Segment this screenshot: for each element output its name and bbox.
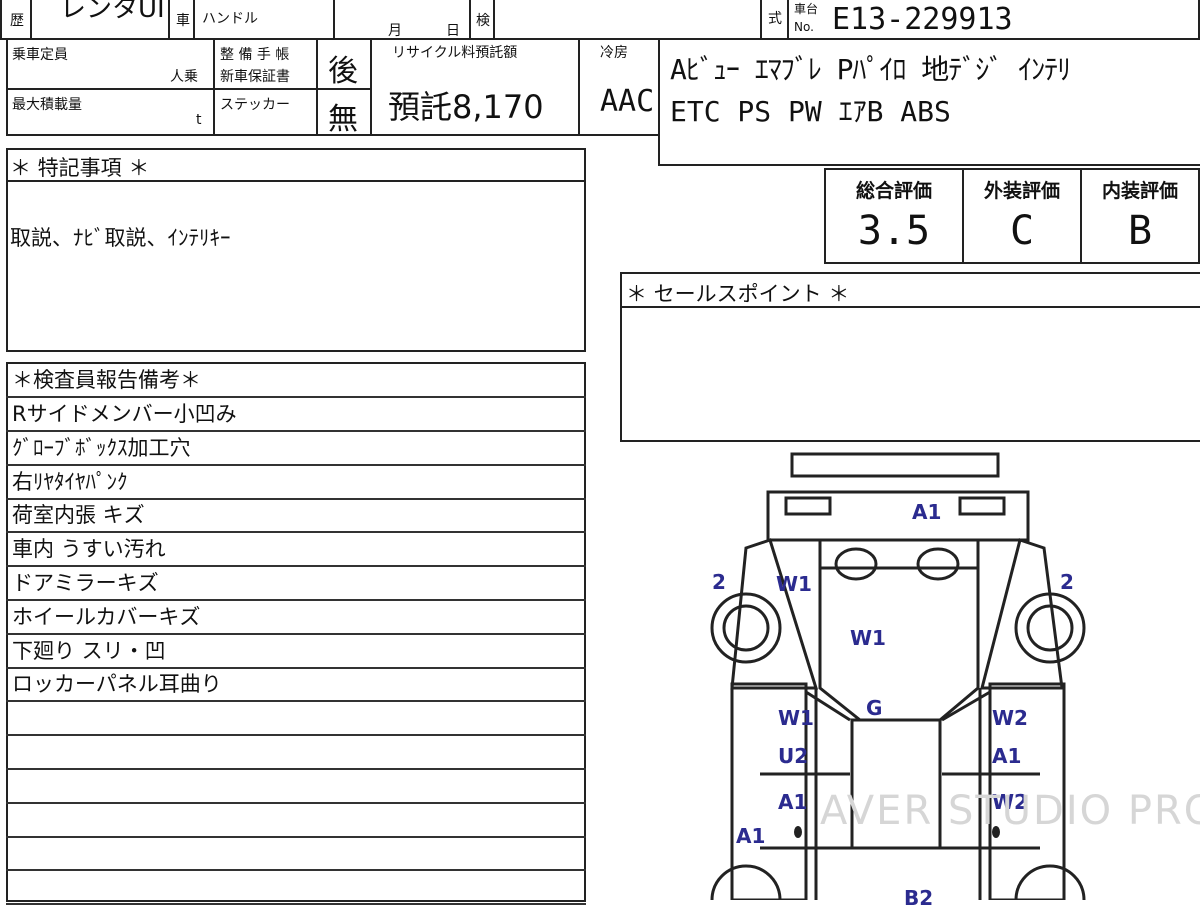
diagram-label-right-door-w2: W2 [992,706,1028,730]
diagram-label-roof-g: G [866,696,883,720]
diagram-label-left-rocker-a1: A1 [736,824,766,848]
watermark-text: AVER STUDIO PRO [820,788,1200,834]
overall-grade-value: 3.5 [857,208,931,254]
sales-point-title: ＊ セールスポイント ＊ [626,282,850,306]
recycle-label: リサイクル料預託額 [392,45,518,61]
interior-grade-value: B [1127,208,1153,254]
diagram-label-front-a1: A1 [912,500,942,524]
recycle-value: 預託8,170 [388,88,544,126]
header-divider-1 [30,0,32,40]
chassis-number: E13-229913 [832,2,1013,37]
special-notes-title: ＊ 特記事項 ＊ [10,156,150,180]
header-divider-4 [333,0,335,40]
chassis-label-2: No. [794,20,814,34]
aircon-label: 冷房 [600,45,628,61]
capacity-label: 乗車定員 [12,47,68,63]
diagram-headlight-left [784,496,832,516]
equipment-line-1: Aﾋﾞｭｰ ｴﾏﾌﾞﾚ Pﾊﾟｲﾛ 地ﾃﾞｼﾞ ｲﾝﾃﾘ [670,53,1071,86]
diagram-label-front-right-wheel: 2 [1060,570,1074,594]
diagram-mark-dot-1 [794,826,802,838]
warranty-label: 新車保証書 [220,69,290,85]
inspector-report-row [6,702,586,737]
diagram-rear-right-wheel [1014,864,1086,900]
interior-grade-label: 内装評価 [1101,180,1178,202]
inspector-report-row: ｸﾞﾛｰﾌﾞﾎﾞｯｸｽ加工穴 [6,432,586,466]
diagram-right-fender [980,538,1064,690]
inspector-report-row [6,804,586,838]
special-notes-body: 取説、ﾅﾋﾞ取説、ｲﾝﾃﾘｷｰ [10,226,231,250]
inspector-report-row [6,871,586,906]
type-label: 式 [768,11,782,27]
diagram-rear-left-wheel [710,864,782,900]
sticker-value: 無 [328,102,358,137]
info-divider-e [370,40,372,136]
inspector-report-row [6,736,586,770]
diagram-label-left-fender-w1: W1 [776,572,812,596]
diagram-label-windshield-w1: W1 [850,626,886,650]
inspector-report-row [6,837,586,872]
header-divider-3 [193,0,195,40]
diagram-front-right-hub [1026,604,1074,652]
car-label: 車 [176,13,190,29]
diagram-hood-outline [766,490,1030,570]
inspector-report-row: 車内 うすい汚れ [6,533,586,568]
inspector-report-title: ＊検査員報告備考＊ [6,364,586,398]
inspector-report-row: ホイールカバーキズ [6,601,586,635]
header-divider-8 [787,0,789,40]
maintenance-value: 後 [328,54,358,89]
diagram-left-fender [730,538,819,690]
aircon-value: AAC [600,84,655,119]
max-load-unit: t [196,112,202,128]
history-label: 歴 [10,13,24,29]
diagram-label-rear-b2: B2 [904,886,934,910]
month-label: 月 [388,23,402,39]
overall-grade-label: 総合評価 [855,180,932,202]
inspector-report-row: 右ﾘﾔﾀｲﾔﾊﾟﾝｸ [6,466,586,500]
header-divider-2 [168,0,170,40]
inspector-report-row [6,770,586,804]
day-label: 日 [446,23,460,39]
inspector-report-row: Rサイドメンバー小凹み [6,398,586,432]
info-divider-b [213,40,215,136]
diagram-label-left-rear-a1: A1 [778,790,808,814]
handle-label: ハンドル [202,11,258,27]
diagram-front-left-wheel [710,592,782,664]
diagram-label-front-left-wheel: 2 [712,570,726,594]
diagram-label-left-u2: U2 [778,744,809,768]
sticker-label: ステッカー [220,97,290,113]
diagram-label-right-a1: A1 [992,744,1022,768]
max-load-label: 最大積載量 [12,97,82,113]
inspector-report-row: ロッカーパネル耳曲り [6,668,586,703]
inspector-report-row: 下廻り スリ・凹 [6,635,586,669]
inspector-report-row: ドアミラーキズ [6,567,586,601]
capacity-unit: 人乗 [170,69,198,85]
diagram-front-bumper [790,452,1000,478]
diagram-mirror-left [834,547,878,581]
chassis-label-1: 車台 [794,2,819,16]
inspector-report-row: 荷室内張 キズ [6,499,586,534]
info-divider-f [578,40,580,136]
diagram-label-left-door-w1: W1 [778,706,814,730]
diagram-headlight-right [958,496,1006,516]
equipment-line-2: ETC PS PW ｴｱB ABS [670,95,951,128]
exterior-grade-value: C [1009,208,1035,254]
diagram-front-left-hub [722,604,770,652]
exterior-grade-label: 外装評価 [983,180,1060,202]
header-divider-5 [469,0,471,40]
header-divider-7 [760,0,762,40]
model-value: レンタUI [60,0,165,24]
maintenance-label: 整 備 手 帳 [220,47,290,63]
inspection-label: 検 [476,13,490,29]
diagram-mirror-right [916,547,960,581]
info-divider-a [6,88,316,90]
header-divider-6 [493,0,495,40]
